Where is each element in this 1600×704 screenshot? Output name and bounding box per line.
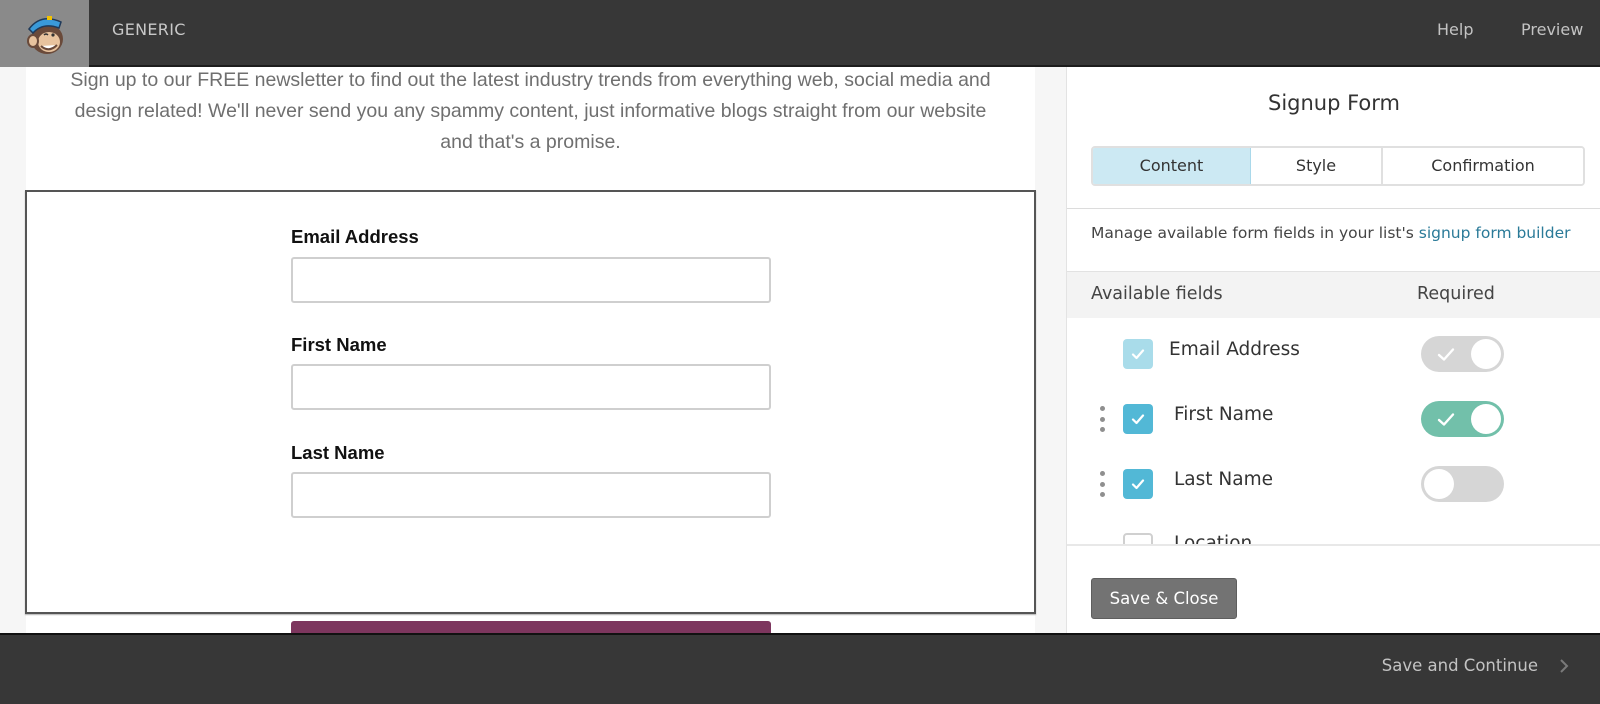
intro-text: Sign up to our FREE newsletter to find o… <box>70 69 991 153</box>
check-icon <box>1437 348 1455 361</box>
email-address-checkbox <box>1123 339 1153 369</box>
divider <box>1067 208 1600 209</box>
field-row-last-name: Last Name <box>1067 453 1600 513</box>
divider <box>1067 544 1600 546</box>
fields-header: Available fields Required <box>1067 271 1600 318</box>
first-name-required-toggle[interactable] <box>1421 401 1504 437</box>
signup-form-panel: Signup Form Content Style Confirmation M… <box>1066 67 1600 633</box>
help-link[interactable]: Help <box>1437 0 1473 60</box>
signup-form-builder-link[interactable]: signup form builder <box>1419 224 1571 242</box>
last-name-label: Last Name <box>291 442 385 463</box>
app-title: GENERIC <box>112 20 186 39</box>
tab-confirmation[interactable]: Confirmation <box>1383 148 1583 184</box>
signup-form-preview[interactable]: Email Address First Name Last Name Sign … <box>25 190 1036 633</box>
required-header: Required <box>1417 284 1495 304</box>
monkey-logo-icon <box>26 15 63 54</box>
check-icon <box>1131 414 1145 425</box>
form-preview-area: Sign up to our FREE newsletter to find o… <box>0 67 1066 633</box>
field-label: First Name <box>1174 404 1274 425</box>
field-row-location: Location <box>1067 517 1600 544</box>
field-label: Location <box>1174 533 1253 544</box>
field-list[interactable]: Email Address First Name Last Name Locat… <box>1067 318 1600 544</box>
save-and-close-button[interactable]: Save & Close <box>1091 578 1237 619</box>
mailchimp-logo[interactable] <box>0 0 89 67</box>
toggle-knob <box>1471 404 1501 434</box>
drag-handle-icon[interactable] <box>1099 471 1105 497</box>
location-checkbox[interactable] <box>1123 533 1153 544</box>
check-icon <box>1131 349 1145 360</box>
check-icon <box>1131 479 1145 490</box>
available-fields-header: Available fields <box>1091 284 1223 304</box>
manage-fields-text: Manage available form fields in your lis… <box>1091 224 1571 242</box>
tab-content[interactable]: Content <box>1093 148 1251 184</box>
field-row-email-address: Email Address <box>1067 323 1600 383</box>
preview-link[interactable]: Preview <box>1521 0 1583 60</box>
field-row-first-name: First Name <box>1067 388 1600 448</box>
email-address-input[interactable] <box>291 257 771 303</box>
manage-fields-label: Manage available form fields in your lis… <box>1091 224 1419 242</box>
panel-title: Signup Form <box>1267 91 1401 115</box>
last-name-required-toggle[interactable] <box>1421 466 1504 502</box>
sign-me-up-button[interactable]: Sign me up! <box>291 621 771 633</box>
toggle-knob <box>1424 469 1454 499</box>
last-name-input[interactable] <box>291 472 771 518</box>
tab-style[interactable]: Style <box>1251 148 1383 184</box>
field-label: Last Name <box>1174 469 1273 490</box>
field-label: Email Address <box>1169 339 1300 360</box>
panel-tabs: Content Style Confirmation <box>1091 146 1585 186</box>
first-name-label: First Name <box>291 334 387 355</box>
email-address-label: Email Address <box>291 226 419 247</box>
bottom-bar: Save and Continue <box>0 633 1600 704</box>
first-name-input[interactable] <box>291 364 771 410</box>
email-address-required-toggle <box>1421 336 1504 372</box>
chevron-right-icon[interactable] <box>1558 657 1570 675</box>
top-bar: GENERIC Help Preview <box>0 0 1600 67</box>
drag-handle-icon[interactable] <box>1099 406 1105 432</box>
save-and-continue-button[interactable]: Save and Continue <box>1382 635 1538 697</box>
last-name-checkbox[interactable] <box>1123 469 1153 499</box>
first-name-checkbox[interactable] <box>1123 404 1153 434</box>
toggle-knob <box>1471 339 1501 369</box>
check-icon <box>1437 413 1455 426</box>
